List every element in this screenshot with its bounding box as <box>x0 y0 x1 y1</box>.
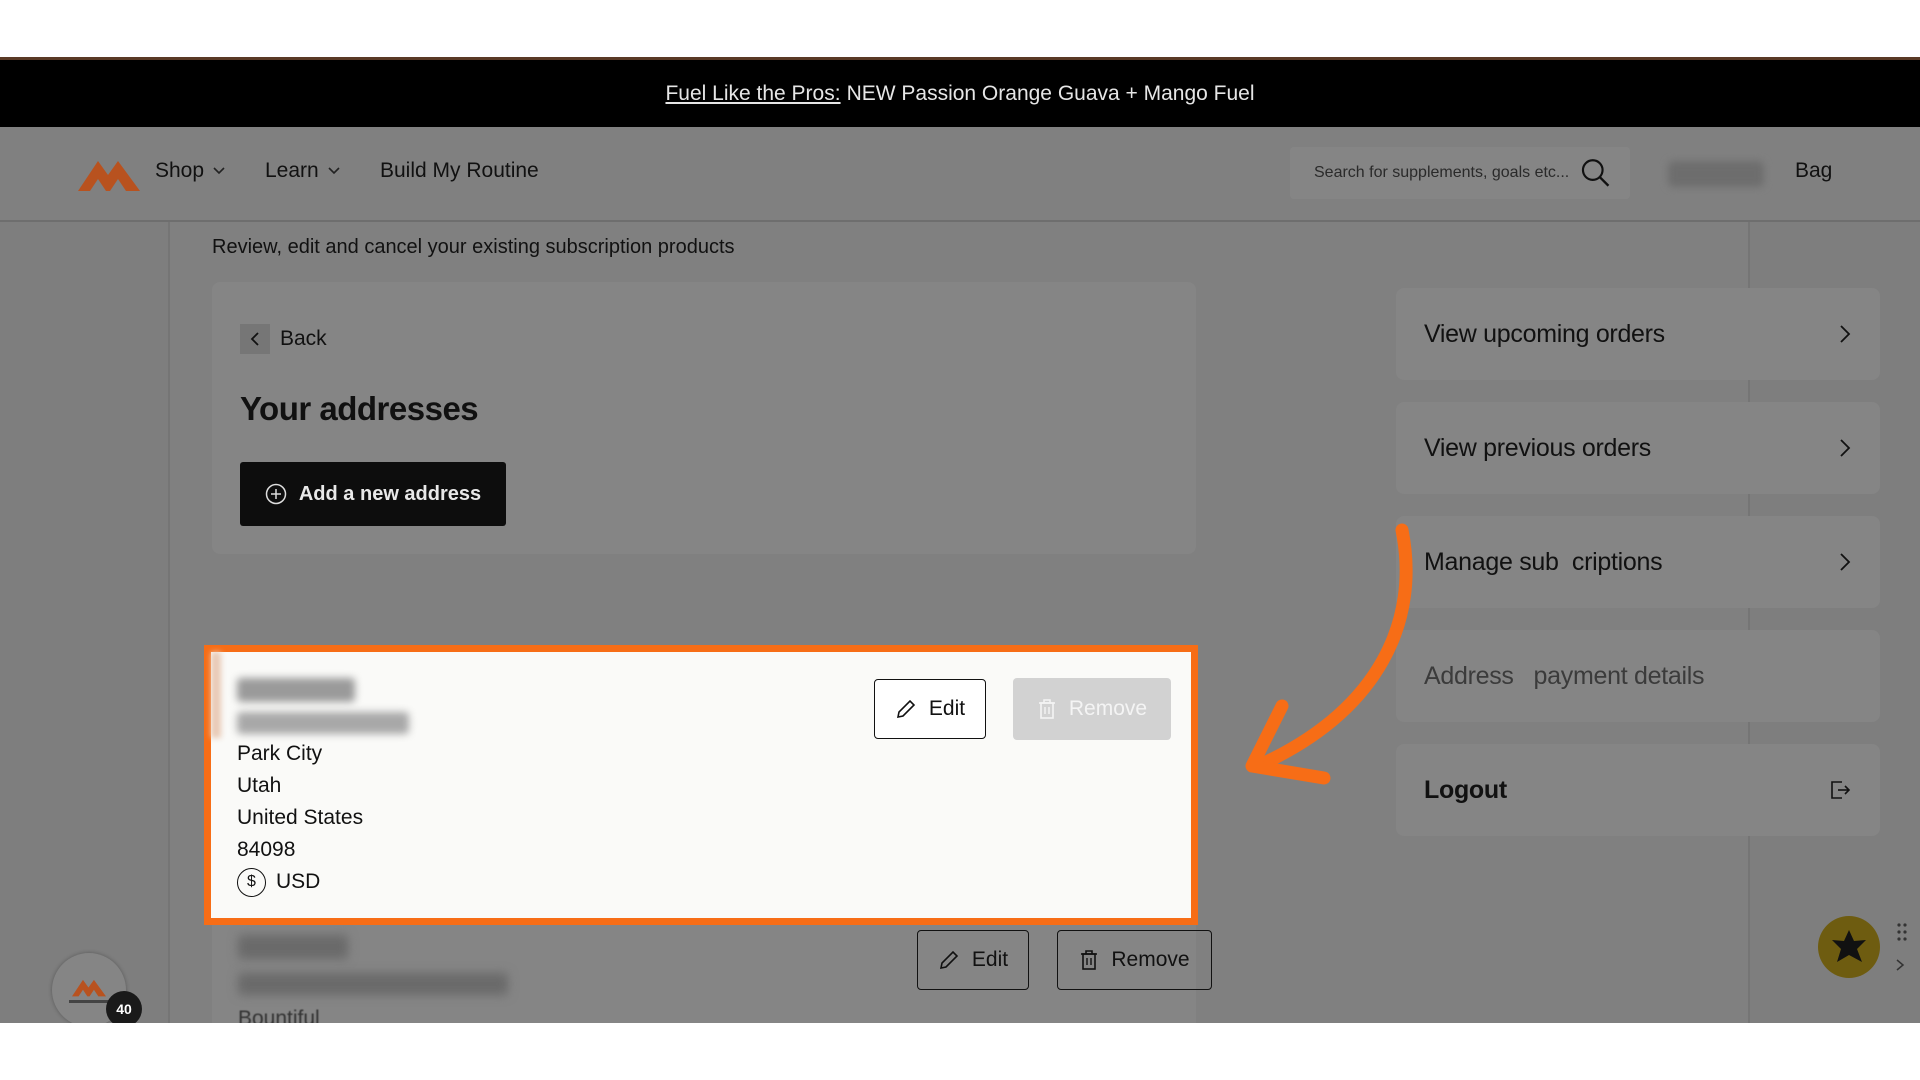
back-label: Back <box>280 327 327 350</box>
annotation-arrow-icon <box>1245 523 1413 785</box>
nav-shop[interactable]: Shop <box>155 159 226 183</box>
address-country: United States <box>237 806 364 829</box>
pencil-icon <box>939 950 959 970</box>
redacted-name <box>238 935 348 959</box>
widget-wordmark <box>69 1000 109 1003</box>
remove-label: Remove <box>1068 697 1148 720</box>
search-bar[interactable] <box>1290 147 1630 199</box>
trash-icon <box>1038 699 1055 719</box>
dollar-coin-icon: $ <box>237 867 266 897</box>
chevron-right-icon <box>1840 439 1851 457</box>
menu-item-label: Logout <box>1424 775 1507 804</box>
address-zip: 84098 <box>237 838 296 861</box>
nav-shop-label: Shop <box>155 159 205 182</box>
address-city-partial: Bountiful <box>238 1007 320 1023</box>
logout-link[interactable]: Logout <box>1396 744 1880 836</box>
star-shape-icon <box>1832 930 1866 962</box>
edit-button[interactable]: Edit <box>874 679 986 739</box>
remove-button[interactable]: Remove <box>1013 678 1171 740</box>
chevron-right-icon[interactable] <box>1895 958 1905 972</box>
brand-logo-icon <box>72 979 106 997</box>
chevron-right-icon <box>1840 325 1851 343</box>
menu-item-label: Manage sub criptions <box>1424 547 1663 576</box>
redacted-street <box>238 973 508 995</box>
address-payment-details-link[interactable]: Address payment details <box>1396 630 1880 722</box>
edit-button[interactable]: Edit <box>917 930 1029 990</box>
promo-banner: Fuel Like the Pros: NEW Passion Orange G… <box>0 60 1920 127</box>
nav-learn-label: Learn <box>265 159 319 182</box>
pencil-icon <box>896 699 916 719</box>
redacted-street <box>237 712 409 734</box>
view-upcoming-orders-link[interactable]: View upcoming orders <box>1396 288 1880 380</box>
chevron-down-icon <box>328 167 340 175</box>
account-name-redacted[interactable] <box>1668 161 1764 187</box>
addresses-header-panel: Back Your addresses Add a new address <box>212 282 1196 554</box>
nav-build-my-routine[interactable]: Build My Routine <box>380 159 539 183</box>
page-title: Your addresses <box>240 390 479 427</box>
address-city: Park City <box>237 742 323 765</box>
top-navigation: Shop Learn Build My Routine Bag <box>0 127 1920 222</box>
address-details: Park City Utah United States 84098 $ USD <box>237 672 409 898</box>
view-previous-orders-link[interactable]: View previous orders <box>1396 402 1880 494</box>
edit-label: Edit <box>971 948 1009 971</box>
address-state: Utah <box>237 774 282 797</box>
nav-learn[interactable]: Learn <box>265 159 341 183</box>
assistant-star-icon[interactable] <box>1818 916 1880 978</box>
remove-label: Remove <box>1111 948 1190 971</box>
promo-text: NEW Passion Orange Guava + Mango Fuel <box>846 81 1255 105</box>
bag-link[interactable]: Bag <box>1795 159 1832 183</box>
redacted-name <box>237 678 355 702</box>
rewards-count-badge: 40 <box>106 991 142 1023</box>
address-currency: $ USD <box>237 866 409 898</box>
manage-subscriptions-link[interactable]: Manage sub criptions <box>1396 516 1880 608</box>
plus-circle-icon <box>265 483 287 505</box>
menu-item-label: View upcoming orders <box>1424 319 1665 348</box>
currency-label: USD <box>276 870 321 893</box>
brand-logo-icon[interactable] <box>78 157 140 191</box>
search-icon[interactable] <box>1581 158 1610 188</box>
chevron-down-icon <box>213 167 225 175</box>
highlighted-address-card: Park City Utah United States 84098 $ USD… <box>204 645 1198 925</box>
remove-button[interactable]: Remove <box>1057 930 1212 990</box>
menu-item-label: View previous orders <box>1424 433 1651 462</box>
drag-handle-icon[interactable] <box>1896 922 1908 946</box>
nav-build-label: Build My Routine <box>380 159 539 182</box>
page-subtitle: Review, edit and cancel your existing su… <box>212 236 735 258</box>
logout-icon <box>1831 781 1851 799</box>
browser-viewport: Fuel Like the Pros: NEW Passion Orange G… <box>0 57 1920 1023</box>
add-address-button[interactable]: Add a new address <box>240 462 506 526</box>
chevron-right-icon <box>1840 553 1851 571</box>
back-button[interactable]: Back <box>240 324 327 354</box>
add-address-label: Add a new address <box>298 482 482 505</box>
search-input[interactable] <box>1312 163 1581 183</box>
promo-link[interactable]: Fuel Like the Pros: <box>665 82 840 106</box>
redaction-edge <box>211 652 221 738</box>
menu-item-label: Address payment details <box>1424 661 1705 690</box>
edit-label: Edit <box>928 697 966 720</box>
chevron-left-icon <box>240 324 270 354</box>
trash-icon <box>1081 950 1098 970</box>
